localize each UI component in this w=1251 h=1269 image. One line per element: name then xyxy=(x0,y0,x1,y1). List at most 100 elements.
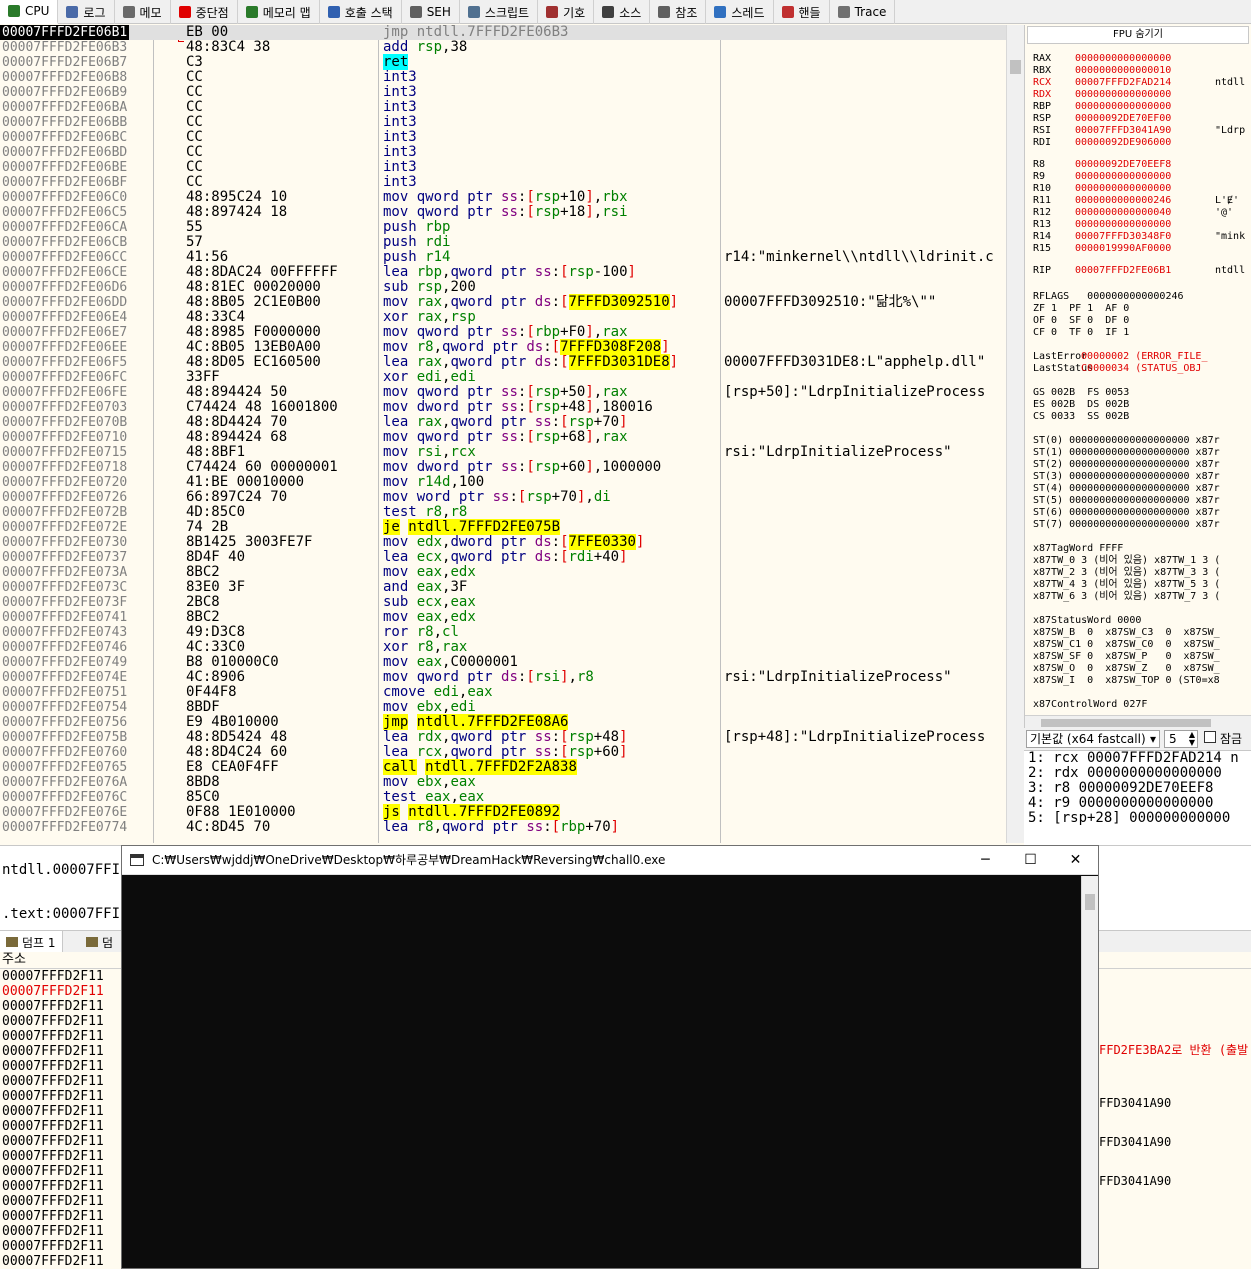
register-r8[interactable]: R8 00000092DE70EEF8 xyxy=(1033,159,1171,171)
tab-handle[interactable]: 핸들 xyxy=(774,0,830,24)
disasm-address[interactable]: 00007FFFD2FE06BB xyxy=(2,115,127,130)
disasm-instruction[interactable]: mov qword ptr ss:[rbp+F0],rax xyxy=(383,325,628,340)
disasm-row[interactable]: 00007FFFD2FE06BD CC int3 xyxy=(0,145,1006,161)
disasm-instruction[interactable]: mov qword ptr ss:[rsp+10],rbx xyxy=(383,190,628,205)
disasm-instruction[interactable]: mov ebx,eax xyxy=(383,775,476,790)
disasm-row[interactable]: 00007FFFD2FE0765 E8 CEA0F4FF call ntdll.7F… xyxy=(0,759,1006,775)
tab-breakpoint[interactable]: 중단점 xyxy=(171,0,238,24)
disasm-address[interactable]: 00007FFFD2FE0730 xyxy=(2,535,127,550)
disasm-row[interactable]: 00007FFFD2FE0737 8D4F 40 lea ecx,qword ptr… xyxy=(0,550,1006,566)
disasm-instruction[interactable]: push rbp xyxy=(383,220,450,235)
register-rbx[interactable]: RBX 0000000000000010 xyxy=(1033,65,1171,77)
register-rsi[interactable]: RSI 00007FFFD3041A90 "Ldrp xyxy=(1033,125,1245,137)
disasm-row[interactable]: 00007FFFD2FE0715 48:8BF1 mov rsi,rcx rsi:"L… xyxy=(0,445,1006,461)
disasm-instruction[interactable]: test r8,r8 xyxy=(383,505,467,520)
disasm-row[interactable]: 00007FFFD2FE06D6 48:81EC 00020000 sub rsp,… xyxy=(0,280,1006,296)
disasm-instruction[interactable]: mov eax,C0000001 xyxy=(383,655,518,670)
disasm-address[interactable]: 00007FFFD2FE0749 xyxy=(2,655,127,670)
disasm-instruction[interactable]: int3 xyxy=(383,115,425,130)
disasm-row[interactable]: 00007FFFD2FE076A 8BD8 mov ebx,eax xyxy=(0,775,1006,791)
disasm-address[interactable]: 00007FFFD2FE0756 xyxy=(2,715,127,730)
register-rdi[interactable]: RDI 00000092DE906000 xyxy=(1033,137,1171,149)
disasm-address[interactable]: 00007FFFD2FE0754 xyxy=(2,700,127,715)
disasm-address[interactable]: 00007FFFD2FE0746 xyxy=(2,640,127,655)
disasm-instruction[interactable]: je ntdll.7FFFD2FE075B xyxy=(383,519,561,535)
disasm-instruction[interactable]: ror r8,cl xyxy=(383,625,459,640)
register-value[interactable]: 0000000000000010 xyxy=(1075,65,1171,76)
register-value[interactable]: 0000000000000000 xyxy=(1075,183,1171,194)
call-arg[interactable]: 2: rdx 0000000000000000 xyxy=(1024,766,1251,781)
tab-script[interactable]: 스크립트 xyxy=(460,0,539,24)
tab-dump-1[interactable]: 덤프 1 xyxy=(0,931,63,953)
tab-dump-2[interactable]: 덤 xyxy=(80,931,119,953)
disasm-address[interactable]: 00007FFFD2FE0726 xyxy=(2,490,127,505)
disasm-instruction[interactable]: mov dword ptr ss:[rsp+60],1000000 xyxy=(383,460,661,475)
disasm-address[interactable]: 00007FFFD2FE06B1 xyxy=(0,25,130,40)
disasm-instruction[interactable]: int3 xyxy=(383,70,425,85)
disasm-instruction[interactable]: push r14 xyxy=(383,250,450,265)
disasm-address[interactable]: 00007FFFD2FE06E4 xyxy=(2,310,127,325)
disasm-row[interactable]: 00007FFFD2FE0746 4C:33C0 xor r8,rax xyxy=(0,640,1006,656)
disasm-row[interactable]: 00007FFFD2FE076C 85C0 test eax,eax xyxy=(0,790,1006,806)
disasm-instruction[interactable]: int3 xyxy=(383,175,425,190)
disasm-row[interactable]: 00007FFFD2FE074E 4C:8906 mov qword ptr ds:… xyxy=(0,670,1006,686)
calling-convention-select[interactable]: 기본값 (x64 fastcall) xyxy=(1026,730,1160,748)
disasm-instruction[interactable]: test eax,eax xyxy=(383,790,484,805)
disasm-address[interactable]: 00007FFFD2FE06CC xyxy=(2,250,127,265)
disasm-row[interactable]: 00007FFFD2FE06FE 48:894424 50 mov qword pt… xyxy=(0,385,1006,401)
disasm-row[interactable]: 00007FFFD2FE06CB 57 push rdi xyxy=(0,235,1006,251)
disasm-instruction[interactable]: lea rbp,qword ptr ss:[rsp-100] xyxy=(383,265,636,280)
disasm-row[interactable]: 00007FFFD2FE06F5 48:8D05 EC160500 lea rax,… xyxy=(0,354,1006,370)
disasm-row[interactable]: 00007FFFD2FE0760 48:8D4C24 60 lea rcx,qwor… xyxy=(0,745,1006,761)
disasm-address[interactable]: 00007FFFD2FE06EE xyxy=(2,340,127,355)
register-value[interactable]: 0000000000000000 xyxy=(1075,53,1171,64)
disasm-row[interactable]: 00007FFFD2FE06CC 41:56 push r14 r14:"minker… xyxy=(0,250,1006,266)
disasm-row[interactable]: 00007FFFD2FE06E7 48:8985 F0000000 mov qwor… xyxy=(0,325,1006,341)
disasm-instruction[interactable]: add rsp,38 xyxy=(383,40,467,55)
register-value[interactable]: 0000000000000040 xyxy=(1075,207,1171,218)
disasm-instruction[interactable]: ret xyxy=(383,54,417,70)
register-r15[interactable]: R15 0000019990AF0000 xyxy=(1033,243,1171,255)
disasm-row[interactable]: 00007FFFD2FE06EE 4C:8B05 13EB0A00 mov r8,q… xyxy=(0,339,1006,355)
disasm-row[interactable]: 00007FFFD2FE072B 4D:85C0 test r8,r8 xyxy=(0,505,1006,521)
disasm-address[interactable]: 00007FFFD2FE06BA xyxy=(2,100,127,115)
close-button[interactable]: ✕ xyxy=(1053,846,1098,875)
disasm-instruction[interactable]: mov qword ptr ds:[rsi],r8 xyxy=(383,670,594,685)
disasm-address[interactable]: 00007FFFD2FE06B3 xyxy=(2,40,127,55)
disasm-instruction[interactable]: lea rcx,qword ptr ss:[rsp+60] xyxy=(383,745,628,760)
tab-thread[interactable]: 스레드 xyxy=(706,0,774,24)
register-value[interactable]: 0000000000000000 xyxy=(1075,89,1171,100)
register-h-scrollbar[interactable] xyxy=(1025,715,1251,729)
minimize-button[interactable]: ─ xyxy=(963,846,1008,875)
disasm-address[interactable]: 00007FFFD2FE06BF xyxy=(2,175,127,190)
disasm-address[interactable]: 00007FFFD2FE0765 xyxy=(2,760,127,775)
disasm-row[interactable]: 00007FFFD2FE0751 0F44F8 cmove edi,eax xyxy=(0,685,1006,701)
disasm-address[interactable]: 00007FFFD2FE06D6 xyxy=(2,280,127,295)
disasm-instruction[interactable]: mov eax,edx xyxy=(383,610,476,625)
disasm-address[interactable]: 00007FFFD2FE06BC xyxy=(2,130,127,145)
lock-checkbox[interactable] xyxy=(1204,731,1216,743)
disasm-instruction[interactable]: int3 xyxy=(383,130,425,145)
disasm-instruction[interactable]: sub ecx,eax xyxy=(383,595,476,610)
register-rbp[interactable]: RBP 0000000000000000 xyxy=(1033,101,1171,113)
register-value[interactable]: 00007FFFD3041A90 xyxy=(1075,125,1171,136)
call-arg[interactable]: 1: rcx 00007FFFD2FAD214 n xyxy=(1024,751,1251,766)
disasm-address[interactable]: 00007FFFD2FE06CB xyxy=(2,235,127,250)
disasm-address[interactable]: 00007FFFD2FE076A xyxy=(2,775,127,790)
disasm-instruction[interactable]: mov qword ptr ss:[rsp+68],rax xyxy=(383,430,628,445)
tab-trace[interactable]: Trace xyxy=(830,0,896,24)
disasm-row[interactable]: 00007FFFD2FE06CE 48:8DAC24 00FFFFFF lea rb… xyxy=(0,265,1006,281)
disasm-address[interactable]: 00007FFFD2FE06E7 xyxy=(2,325,127,340)
disasm-instruction[interactable]: int3 xyxy=(383,85,425,100)
disasm-row[interactable]: 00007FFFD2FE06B8 CC int3 xyxy=(0,70,1006,86)
disasm-address[interactable]: 00007FFFD2FE0741 xyxy=(2,610,127,625)
disasm-row[interactable]: 00007FFFD2FE0726 66:897C24 70 mov word ptr… xyxy=(0,490,1006,506)
disasm-instruction[interactable]: lea rax,qword ptr ss:[rsp+70] xyxy=(383,415,628,430)
register-r14[interactable]: R14 00007FFFD30348F0 "mink xyxy=(1033,231,1245,243)
disasm-address[interactable]: 00007FFFD2FE0715 xyxy=(2,445,127,460)
disasm-address[interactable]: 00007FFFD2FE06FC xyxy=(2,370,127,385)
disasm-instruction[interactable]: lea ecx,qword ptr ds:[rdi+40] xyxy=(383,550,628,565)
disasm-address[interactable]: 00007FFFD2FE06BD xyxy=(2,145,127,160)
disasm-instruction[interactable]: lea r8,qword ptr ss:[rbp+70] xyxy=(383,820,619,835)
scrollbar-thumb[interactable] xyxy=(1041,719,1211,727)
